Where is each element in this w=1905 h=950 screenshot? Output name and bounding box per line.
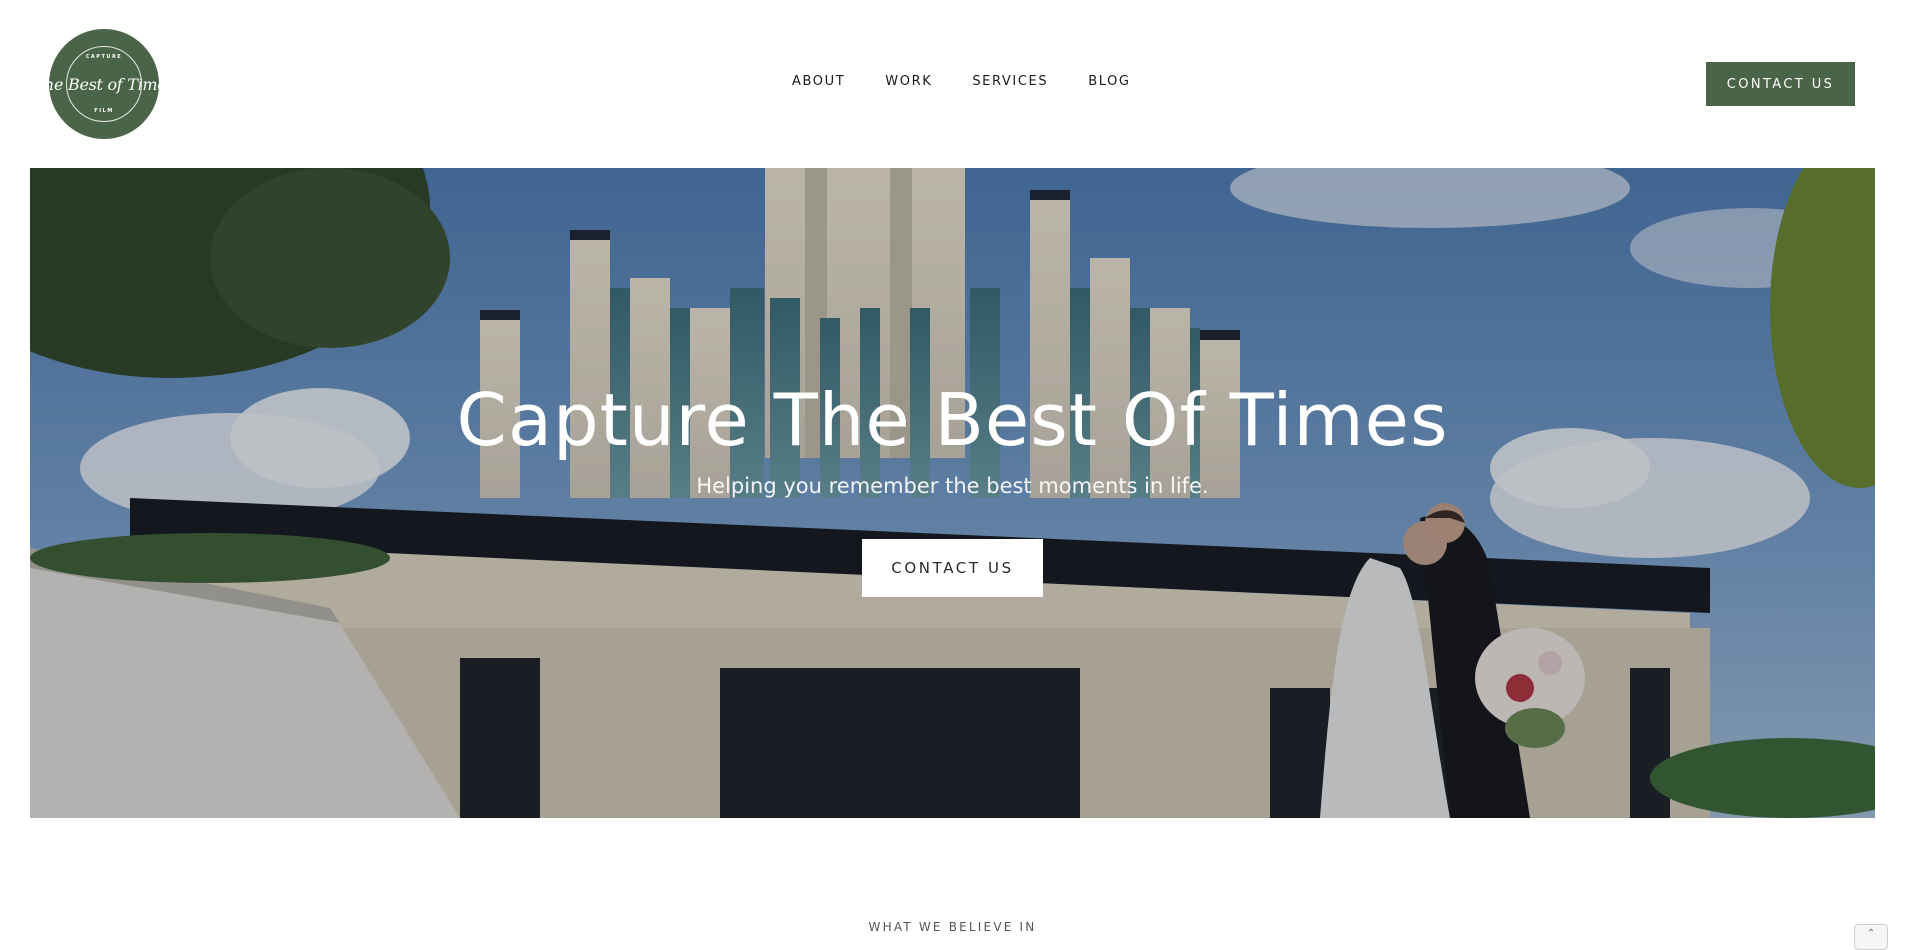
chevron-up-icon: ⌃ — [1866, 928, 1876, 939]
section-eyebrow: WHAT WE BELIEVE IN — [868, 920, 1037, 934]
site-header: CAPTURE The Best of Times FILM ABOUT WOR… — [0, 0, 1905, 168]
nav-item-work[interactable]: WORK — [885, 74, 932, 89]
hero-subtitle: Helping you remember the best moments in… — [696, 474, 1209, 498]
logo-script-text: The Best of Times — [33, 74, 175, 94]
logo[interactable]: CAPTURE The Best of Times FILM — [34, 29, 175, 139]
scroll-to-top-button[interactable]: ⌃ — [1854, 924, 1888, 950]
nav-item-blog[interactable]: BLOG — [1088, 74, 1130, 89]
hero-banner: Capture The Best Of Times Helping you re… — [30, 168, 1875, 818]
nav-item-services[interactable]: SERVICES — [972, 74, 1048, 89]
nav-item-about[interactable]: ABOUT — [792, 74, 845, 89]
logo-ring: CAPTURE The Best of Times FILM — [34, 46, 175, 122]
logo-top-text: CAPTURE — [85, 54, 123, 60]
logo-bottom-text: FILM — [94, 108, 114, 114]
hero-title: Capture The Best Of Times — [456, 378, 1449, 462]
header-contact-button[interactable]: CONTACT US — [1706, 62, 1855, 106]
main-nav: ABOUT WORK SERVICES BLOG — [792, 74, 1131, 89]
hero-contact-button[interactable]: CONTACT US — [862, 539, 1043, 597]
